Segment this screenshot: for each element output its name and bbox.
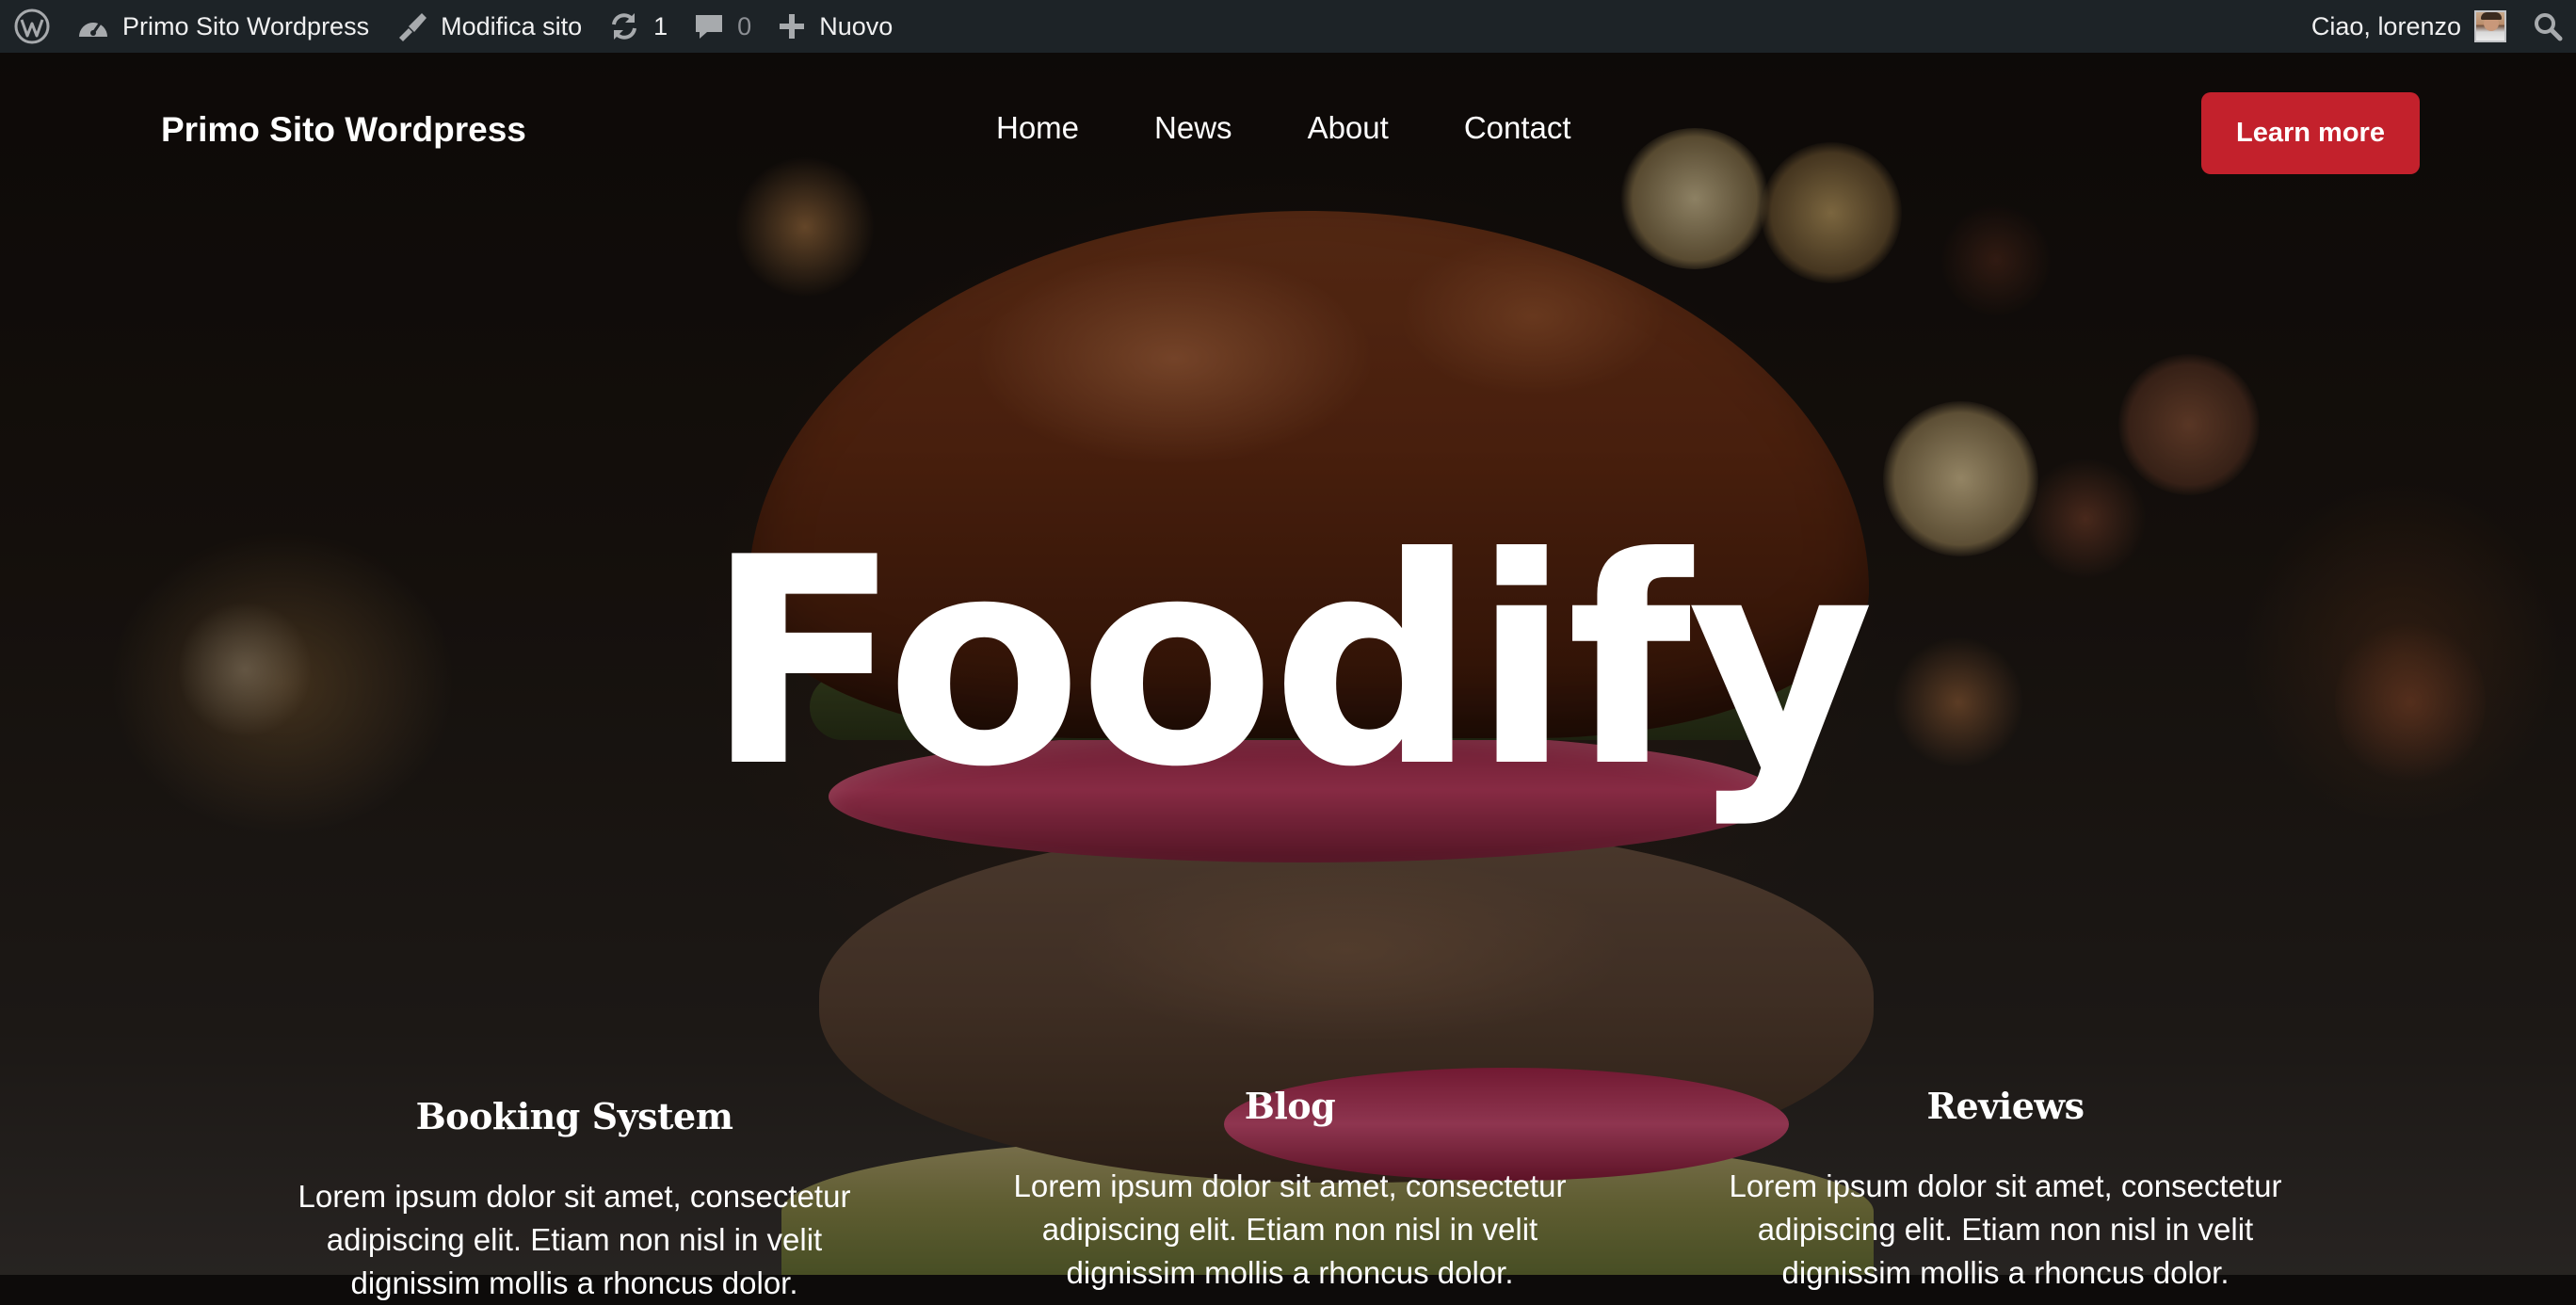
nav-item-contact[interactable]: Contact [1464,110,1571,146]
dashboard-icon [77,12,109,40]
feature-title: Blog [1244,1085,1336,1127]
nav-item-home[interactable]: Home [996,110,1079,146]
feature-column: Booking System Lorem ipsum dolor sit ame… [273,1095,876,1305]
admin-bar-left: Primo Sito Wordpress Modifica sito 1 0 N… [0,0,906,53]
hero-title: Foodify [705,496,1874,830]
feature-column: Reviews Lorem ipsum dolor sit amet, cons… [1704,1085,2307,1295]
greeting-label: Ciao, lorenzo [2310,11,2461,40]
updates-icon [608,11,640,41]
admin-bar-right: Ciao, lorenzo [2298,0,2576,53]
brush-icon [395,11,427,41]
wordpress-logo-button[interactable] [0,0,64,53]
main-navigation: Home News About Contact [996,110,1647,146]
admin-bar-site-name: Primo Sito Wordpress [122,11,370,40]
admin-bar-edit-site[interactable]: Modifica sito [382,0,595,53]
edit-site-label: Modifica sito [441,11,583,40]
wp-admin-bar: Primo Sito Wordpress Modifica sito 1 0 N… [0,0,2576,53]
feature-title: Reviews [1926,1085,2085,1127]
search-icon [2533,11,2563,41]
updates-count: 1 [653,11,668,40]
comment-icon [694,12,724,40]
feature-title: Booking System [415,1095,733,1137]
feature-text: Lorem ipsum dolor sit amet, consectetur … [298,1179,851,1300]
admin-bar-site-link[interactable]: Primo Sito Wordpress [64,0,382,53]
site-title[interactable]: Primo Sito Wordpress [161,110,526,150]
admin-bar-new[interactable]: Nuovo [765,0,906,53]
learn-more-button[interactable]: Learn more [2201,92,2420,174]
feature-text: Lorem ipsum dolor sit amet, consectetur … [1013,1168,1567,1290]
admin-bar-search[interactable] [2520,0,2576,53]
nav-item-news[interactable]: News [1154,110,1232,146]
admin-bar-account[interactable]: Ciao, lorenzo [2298,0,2520,53]
feature-text: Lorem ipsum dolor sit amet, consectetur … [1729,1168,2282,1290]
comments-count: 0 [737,11,752,40]
nav-item-about[interactable]: About [1308,110,1389,146]
wordpress-logo-icon [13,8,51,45]
admin-bar-comments[interactable]: 0 [681,0,765,53]
admin-bar-updates[interactable]: 1 [595,0,681,53]
plus-icon [778,12,806,40]
feature-column: Blog Lorem ipsum dolor sit amet, consect… [989,1085,1591,1295]
new-label: Nuovo [819,11,894,40]
avatar [2474,10,2506,42]
